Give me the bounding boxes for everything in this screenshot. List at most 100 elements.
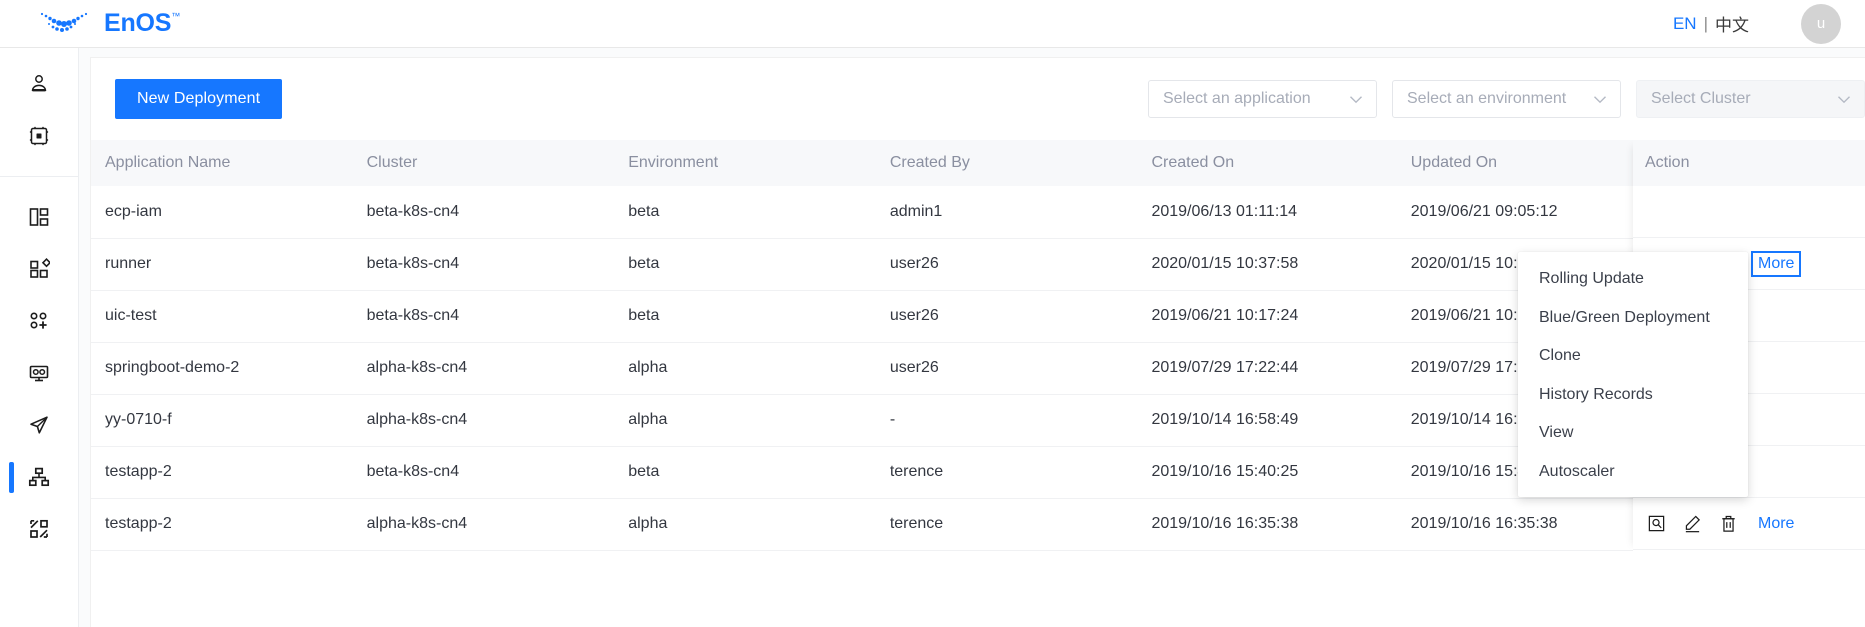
menu-item-view[interactable]: View <box>1518 414 1748 453</box>
cell-application-name: testapp-2 <box>91 446 353 499</box>
user-icon <box>31 75 47 92</box>
lang-zh-link[interactable]: 中文 <box>1715 11 1749 36</box>
sidebar-item-add-app[interactable] <box>0 295 78 347</box>
column-header-environment: Environment <box>614 140 876 186</box>
cell-application-name: yy-0710-f <box>91 394 353 447</box>
add-app-icon <box>30 312 47 329</box>
cell-environment: alpha <box>614 498 876 551</box>
brand-logo[interactable]: EnOS ™ <box>36 9 180 39</box>
cell-cluster: alpha-k8s-cn4 <box>352 394 615 447</box>
device-chip-icon <box>29 126 49 146</box>
left-icon-rail <box>0 48 79 627</box>
cell-created-by: - <box>875 394 1138 447</box>
sidebar-item-deploy[interactable] <box>0 399 78 451</box>
trash-icon[interactable] <box>1719 514 1738 533</box>
table-row[interactable]: testapp-2 beta-k8s-cn4 beta terence 2019… <box>91 446 1741 499</box>
filter-controls: Select an application Select an environm… <box>1148 80 1865 118</box>
cell-application-name: springboot-demo-2 <box>91 342 353 395</box>
more-actions-button[interactable]: More <box>1753 513 1799 535</box>
deployments-table: Application Name Cluster Environment Cre… <box>91 140 1741 551</box>
sidebar-item-device[interactable] <box>0 110 78 162</box>
menu-item-autoscaler[interactable]: Autoscaler <box>1518 453 1748 492</box>
cell-cluster: alpha-k8s-cn4 <box>352 342 615 395</box>
enos-logo-icon <box>40 12 88 32</box>
table-row[interactable]: ecp-iam beta-k8s-cn4 beta admin1 2019/06… <box>91 186 1741 239</box>
cell-created-on: 2019/10/16 16:35:38 <box>1137 498 1397 551</box>
cluster-select[interactable]: Select Cluster <box>1636 80 1865 118</box>
table-body: ecp-iam beta-k8s-cn4 beta admin1 2019/06… <box>91 186 1741 551</box>
expand-icon <box>30 519 48 538</box>
search-box-icon[interactable] <box>1647 514 1666 533</box>
language-switcher: EN | 中文 <box>1673 11 1749 36</box>
more-actions-button[interactable]: More <box>1750 250 1802 277</box>
table-row[interactable]: runner beta-k8s-cn4 beta user26 2020/01/… <box>91 238 1741 291</box>
menu-item-rolling-update[interactable]: Rolling Update <box>1518 260 1748 299</box>
monitor-icon <box>29 365 49 382</box>
pencil-icon[interactable] <box>1683 514 1702 533</box>
cell-cluster: beta-k8s-cn4 <box>352 238 615 291</box>
sidebar-item-apps[interactable] <box>0 243 78 295</box>
chevron-down-icon <box>1350 95 1362 103</box>
brand-wordmark: EnOS ™ <box>104 9 180 38</box>
user-avatar[interactable]: u <box>1801 3 1841 44</box>
cell-created-on: 2019/06/21 10:17:24 <box>1137 290 1397 343</box>
header-right-controls: EN | 中文 u <box>1673 3 1865 44</box>
cell-environment: beta <box>614 186 876 239</box>
environment-select[interactable]: Select an environment <box>1392 80 1621 118</box>
apps-grid-icon <box>30 258 50 278</box>
application-select[interactable]: Select an application <box>1148 80 1377 118</box>
cell-created-on: 2019/06/13 01:11:14 <box>1137 186 1397 239</box>
cell-created-by: user26 <box>875 290 1138 343</box>
cell-cluster: alpha-k8s-cn4 <box>352 498 615 551</box>
deployments-toolbar: New Deployment Select an application Sel… <box>91 58 1865 140</box>
cell-created-by: terence <box>875 446 1138 499</box>
column-header-application-name: Application Name <box>91 140 353 186</box>
cell-created-on: 2019/10/16 15:40:25 <box>1137 446 1397 499</box>
sidebar-item-clusters[interactable] <box>0 451 78 503</box>
top-header-bar: EnOS ™ EN | 中文 u <box>0 0 1865 48</box>
sidebar-item-dashboard[interactable] <box>0 191 78 243</box>
menu-item-history-records[interactable]: History Records <box>1518 376 1748 415</box>
org-chart-icon <box>28 467 50 487</box>
cell-environment: beta <box>614 446 876 499</box>
sidebar-item-user[interactable] <box>0 58 78 110</box>
cell-application-name: testapp-2 <box>91 498 353 551</box>
cell-environment: beta <box>614 290 876 343</box>
application-select-placeholder: Select an application <box>1163 90 1311 107</box>
more-actions-menu: Rolling Update Blue/Green Deployment Clo… <box>1518 252 1748 497</box>
cell-created-by: user26 <box>875 342 1138 395</box>
lang-en-link[interactable]: EN <box>1673 14 1697 34</box>
new-deployment-button[interactable]: New Deployment <box>115 79 283 119</box>
cell-created-on: 2019/07/29 17:22:44 <box>1137 342 1397 395</box>
column-header-created-on: Created On <box>1137 140 1397 186</box>
lang-separator: | <box>1703 13 1708 33</box>
cell-created-by: terence <box>875 498 1138 551</box>
chevron-down-icon <box>1838 95 1850 103</box>
cluster-select-placeholder: Select Cluster <box>1651 90 1751 107</box>
table-row[interactable]: yy-0710-f alpha-k8s-cn4 alpha - 2019/10/… <box>91 394 1741 447</box>
table-row[interactable]: springboot-demo-2 alpha-k8s-cn4 alpha us… <box>91 342 1741 395</box>
cell-application-name: uic-test <box>91 290 353 343</box>
cell-created-by: admin1 <box>875 186 1138 239</box>
rail-group-primary <box>0 48 78 177</box>
cell-created-on: 2019/10/14 16:58:49 <box>1137 394 1397 447</box>
send-icon <box>30 416 48 434</box>
cell-cluster: beta-k8s-cn4 <box>352 186 615 239</box>
table-row[interactable]: uic-test beta-k8s-cn4 beta user26 2019/0… <box>91 290 1741 343</box>
column-header-created-by: Created By <box>875 140 1138 186</box>
sidebar-item-expand[interactable] <box>0 503 78 555</box>
action-row <box>1633 186 1865 238</box>
sidebar-item-monitor[interactable] <box>0 347 78 399</box>
menu-item-clone[interactable]: Clone <box>1518 337 1748 376</box>
chevron-down-icon <box>1594 95 1606 103</box>
rail-group-secondary <box>0 177 78 569</box>
table-header: Application Name Cluster Environment Cre… <box>91 140 1741 186</box>
dashboard-icon <box>29 208 49 226</box>
menu-item-blue-green[interactable]: Blue/Green Deployment <box>1518 299 1748 338</box>
column-header-updated-on: Updated On <box>1396 140 1741 186</box>
brand-trademark: ™ <box>171 11 181 21</box>
cell-application-name: runner <box>91 238 353 291</box>
cell-created-by: user26 <box>875 238 1138 291</box>
table-row[interactable]: testapp-2 alpha-k8s-cn4 alpha terence 20… <box>91 498 1741 551</box>
cell-environment: alpha <box>614 342 876 395</box>
